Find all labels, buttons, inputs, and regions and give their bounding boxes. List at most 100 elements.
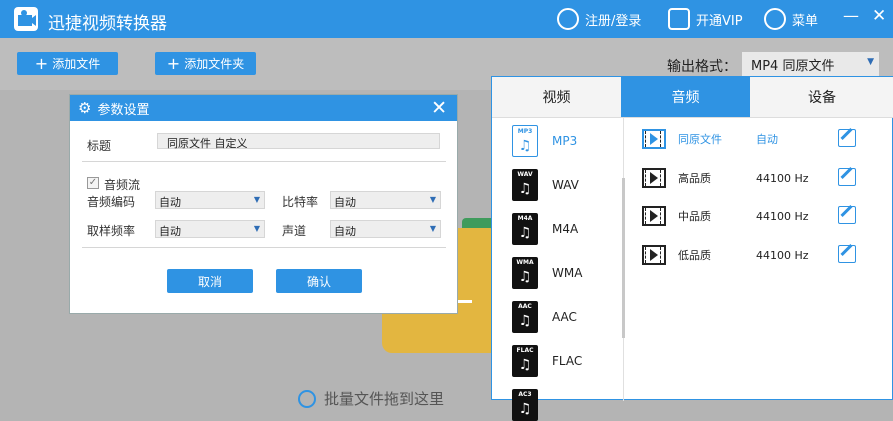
info-icon (298, 389, 316, 408)
format-item-wma[interactable]: WMA ♫ WMA (512, 257, 582, 289)
format-item-m4a[interactable]: M4A ♫ M4A (512, 213, 578, 245)
quality-name: 同原文件 (678, 133, 722, 146)
login-button[interactable]: 注册/登录 (557, 8, 641, 30)
cancel-button[interactable]: 取消 (167, 269, 253, 293)
vip-button[interactable]: 开通VIP (668, 8, 743, 30)
format-name: AAC (552, 310, 577, 324)
app-logo-icon (14, 7, 38, 31)
edit-icon[interactable] (838, 168, 856, 186)
title-label: 标题 (87, 139, 112, 153)
edit-icon[interactable] (838, 245, 856, 263)
dropdown-arrow-icon: ▼ (253, 224, 260, 233)
edit-icon[interactable] (838, 129, 856, 147)
format-name: WAV (552, 178, 579, 192)
codec-select[interactable]: 自动 ▼ (155, 191, 265, 209)
folder-minus-icon (456, 300, 472, 303)
wav-file-icon: WAV ♫ (512, 169, 538, 201)
close-window-button[interactable]: ✕ (872, 6, 893, 30)
quality-rate: 44100 Hz (756, 209, 809, 223)
dropdown-arrow-icon: ▼ (253, 195, 260, 204)
confirm-button[interactable]: 确认 (276, 269, 362, 293)
divider (82, 161, 446, 162)
flac-file-icon: FLAC ♫ (512, 345, 538, 377)
format-panel: 视频 音频 设备 MP3 ♫ MP3 WAV ♫ WAV M4A ♫ M4A WMA ♫… (491, 76, 893, 421)
quality-rate: 自动 (756, 133, 778, 146)
add-file-label: 添加文件 (52, 57, 101, 71)
samplerate-select[interactable]: 自动 ▼ (155, 220, 265, 238)
output-format-value: MP4 同原文件 (751, 59, 835, 74)
film-icon (642, 245, 666, 265)
quality-rate: 44100 Hz (756, 171, 809, 185)
add-folder-label: 添加文件夹 (184, 57, 245, 71)
format-list: MP3 ♫ MP3 WAV ♫ WAV M4A ♫ M4A WMA ♫ WMA AAC ♫… (492, 118, 625, 421)
cart-icon (668, 8, 690, 30)
dialog-title: 参数设置 (97, 102, 150, 118)
quality-row[interactable]: 高品质 44100 Hz (642, 167, 862, 189)
film-icon (642, 168, 666, 188)
dropdown-arrow-icon: ▼ (867, 57, 874, 67)
dialog-close-button[interactable]: ✕ (431, 97, 447, 119)
format-item-flac[interactable]: FLAC ♫ FLAC (512, 345, 582, 377)
format-tabs: 视频 音频 设备 (492, 77, 893, 118)
quality-rate: 44100 Hz (756, 248, 809, 262)
format-item-aac[interactable]: AAC ♫ AAC (512, 301, 577, 333)
codec-label: 音频编码 (87, 195, 136, 209)
samplerate-label: 取样频率 (87, 224, 136, 238)
quality-row[interactable]: 低品质 44100 Hz (642, 244, 862, 266)
film-icon (642, 129, 666, 149)
vip-label: 开通VIP (696, 13, 743, 29)
quality-name: 中品质 (678, 210, 711, 223)
quality-row[interactable]: 同原文件 自动 (642, 128, 862, 150)
mp3-file-icon: MP3 ♫ (512, 125, 538, 157)
tab-audio[interactable]: 音频 (621, 77, 750, 117)
codec-value: 自动 (159, 196, 181, 209)
format-item-wav[interactable]: WAV ♫ WAV (512, 169, 579, 201)
title-field[interactable]: 同原文件 自定义 (157, 133, 440, 150)
add-file-button[interactable]: + 添加文件 (17, 52, 118, 75)
aac-file-icon: AAC ♫ (512, 301, 538, 333)
dialog-header: ⚙ 参数设置 ✕ (70, 95, 457, 121)
format-name: FLAC (552, 354, 583, 368)
login-label: 注册/登录 (585, 13, 642, 29)
drop-hint-text: 批量文件拖到这里 (324, 390, 445, 408)
dropdown-arrow-icon: ▼ (429, 195, 436, 204)
tab-device[interactable]: 设备 (750, 77, 893, 117)
user-icon (557, 8, 579, 30)
edit-icon[interactable] (838, 206, 856, 224)
gear-icon: ⚙ (78, 99, 92, 117)
plus-icon: + (166, 53, 181, 73)
ac3-file-icon: AC3 ♫ (512, 389, 538, 421)
menu-button[interactable]: 菜单 (764, 8, 818, 30)
channel-label: 声道 (282, 224, 307, 238)
samplerate-value: 自动 (159, 225, 181, 238)
format-item-mp3[interactable]: MP3 ♫ MP3 (512, 125, 577, 157)
title-bar: 迅捷视频转换器 注册/登录 开通VIP 菜单 — ✕ (0, 0, 893, 38)
audio-stream-checkbox[interactable]: ✓ (87, 177, 99, 189)
wma-file-icon: WMA ♫ (512, 257, 538, 289)
output-format-select[interactable]: MP4 同原文件 ▼ (742, 52, 879, 76)
format-name: WMA (552, 266, 583, 280)
format-name: MP3 (552, 134, 578, 148)
dropdown-arrow-icon: ▼ (429, 224, 436, 233)
params-dialog: ⚙ 参数设置 ✕ 标题 同原文件 自定义 ✓ 音频流 音频编码 自动 ▼ 比特率… (69, 94, 458, 314)
tab-video[interactable]: 视频 (492, 77, 621, 117)
bitrate-label: 比特率 (282, 195, 319, 209)
minimize-button[interactable]: — (843, 6, 865, 30)
format-name: M4A (552, 222, 579, 236)
divider (82, 247, 446, 248)
channel-select[interactable]: 自动 ▼ (330, 220, 441, 238)
app-title: 迅捷视频转换器 (48, 14, 167, 34)
menu-label: 菜单 (792, 13, 819, 29)
format-item-ac3[interactable]: AC3 ♫ (512, 389, 538, 421)
film-icon (642, 206, 666, 226)
bitrate-select[interactable]: 自动 ▼ (330, 191, 441, 209)
add-folder-button[interactable]: + 添加文件夹 (155, 52, 256, 75)
output-format-label: 输出格式： (667, 59, 737, 75)
format-list-scrollbar[interactable] (622, 178, 625, 338)
m4a-file-icon: M4A ♫ (512, 213, 538, 245)
quality-row[interactable]: 中品质 44100 Hz (642, 205, 862, 227)
quality-name: 低品质 (678, 249, 711, 262)
plus-icon: + (34, 53, 49, 73)
channel-value: 自动 (334, 225, 356, 238)
drop-hint: 批量文件拖到这里 (298, 388, 444, 409)
